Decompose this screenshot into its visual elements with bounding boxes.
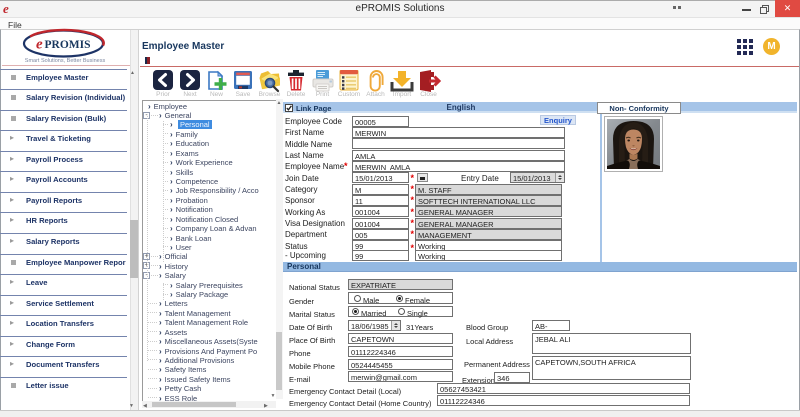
svg-text:PROMIS: PROMIS (45, 39, 91, 51)
svg-text:e: e (36, 37, 43, 53)
